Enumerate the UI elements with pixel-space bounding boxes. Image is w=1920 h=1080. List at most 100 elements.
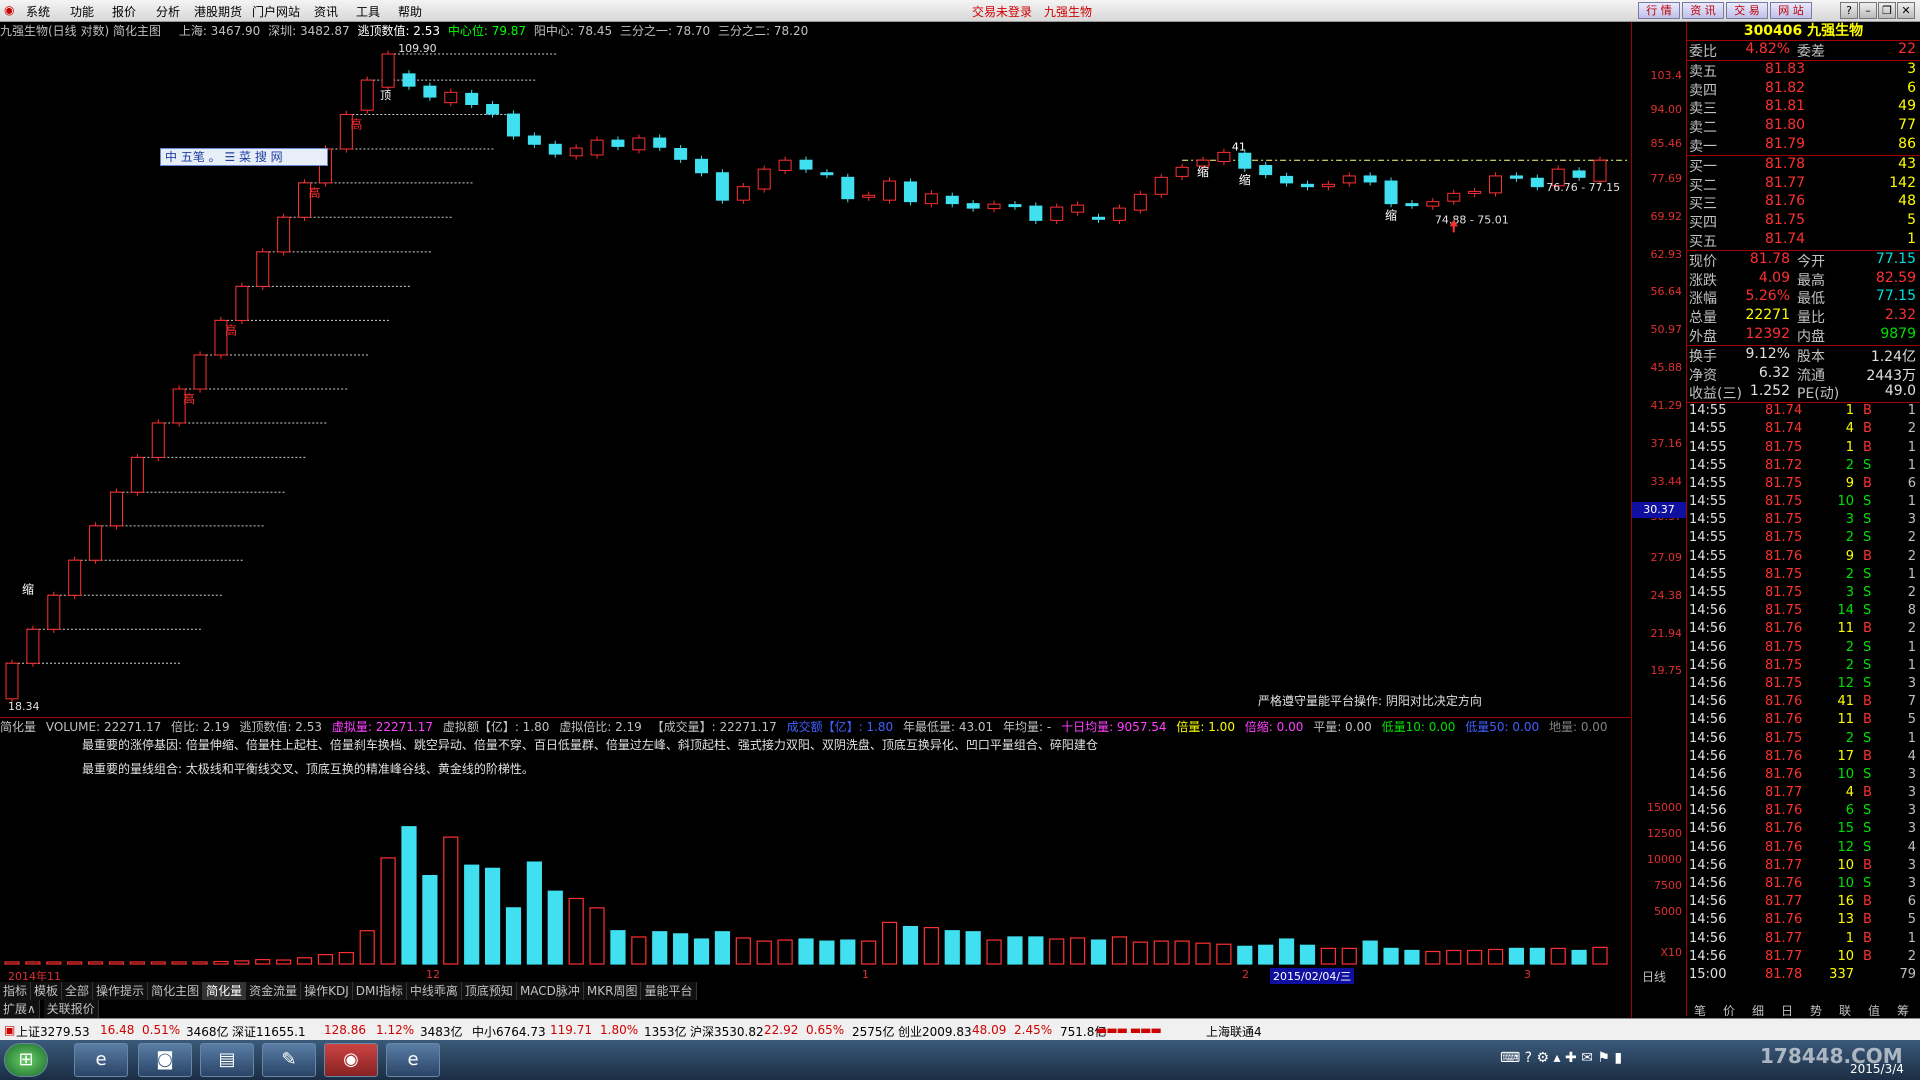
menu-tools[interactable]: 工具 xyxy=(356,3,380,20)
market-button[interactable]: 行 情 xyxy=(1638,2,1680,19)
panel-tab[interactable]: 联 xyxy=(1839,1002,1851,1019)
expand-tab[interactable]: 扩展∧ xyxy=(0,1000,40,1018)
tick-side: B xyxy=(1863,857,1872,873)
tick-row[interactable]: 15:00 81.78 337 79 xyxy=(1687,967,1920,985)
sz-index-status[interactable]: 深证11655.1 xyxy=(232,1023,306,1040)
indicator-tab[interactable]: 全部 xyxy=(62,982,94,1000)
indicator-tab[interactable]: MACD脉冲 xyxy=(516,982,584,1000)
indicator-tab[interactable]: 量能平台 xyxy=(641,982,697,1000)
tick-row[interactable]: 14:56 81.76 11 B 5 xyxy=(1687,712,1920,730)
minimize-icon[interactable]: – xyxy=(1859,2,1877,19)
menu-portal[interactable]: 门户网站 xyxy=(252,3,300,20)
browser2-icon[interactable]: e xyxy=(386,1043,440,1077)
related-quote-tab[interactable]: 关联报价 xyxy=(43,1000,99,1018)
tick-row[interactable]: 14:56 81.77 10 B 3 xyxy=(1687,858,1920,876)
ime-toolbar[interactable]: 中 五笔 。 ☰ 菜 搜 网 xyxy=(160,148,328,166)
menu-analysis[interactable]: 分析 xyxy=(156,3,180,20)
indicator-tab[interactable]: 简化主图 xyxy=(148,982,204,1000)
indicator-tab[interactable]: 指标 xyxy=(0,982,32,1000)
tick-row[interactable]: 14:56 81.76 6 S 3 xyxy=(1687,803,1920,821)
tick-row[interactable]: 14:56 81.76 10 S 3 xyxy=(1687,876,1920,894)
tick-row[interactable]: 14:56 81.76 10 S 3 xyxy=(1687,767,1920,785)
tick-row[interactable]: 14:56 81.76 41 B 7 xyxy=(1687,694,1920,712)
menu-hk-futures[interactable]: 港股期货 xyxy=(194,3,242,20)
tick-row[interactable]: 14:56 81.77 10 B 2 xyxy=(1687,949,1920,967)
tick-row[interactable]: 14:56 81.77 1 B 1 xyxy=(1687,931,1920,949)
volume-bar xyxy=(401,826,417,965)
panel-tab[interactable]: 势 xyxy=(1810,1002,1822,1019)
price-tick-label: 62.93 xyxy=(1650,247,1683,261)
indicator-tab[interactable]: 中线乖离 xyxy=(406,982,462,1000)
close-icon[interactable]: ✕ xyxy=(1897,2,1915,19)
tick-row[interactable]: 14:55 81.75 2 S 1 xyxy=(1687,567,1920,585)
menu-quote[interactable]: 报价 xyxy=(112,3,136,20)
indicator-tab[interactable]: 操作KDJ xyxy=(301,982,353,1000)
tick-row[interactable]: 14:56 81.77 16 B 6 xyxy=(1687,894,1920,912)
trading-app-icon[interactable]: ◉ xyxy=(324,1043,378,1077)
tick-row[interactable]: 14:55 81.74 4 B 2 xyxy=(1687,421,1920,439)
cy-index-status[interactable]: 创业2009.83 xyxy=(898,1023,972,1040)
news-button[interactable]: 资 讯 xyxy=(1682,2,1724,19)
camera-icon[interactable]: ◙ xyxy=(138,1043,192,1077)
tick-row[interactable]: 14:55 81.74 1 B 1 xyxy=(1687,403,1920,421)
start-button-icon[interactable]: ⊞ xyxy=(4,1043,48,1077)
panel-tab[interactable]: 价 xyxy=(1723,1002,1735,1019)
tick-row[interactable]: 14:56 81.76 13 B 5 xyxy=(1687,912,1920,930)
help-icon[interactable]: ? xyxy=(1840,2,1858,19)
panel-tab[interactable]: 细 xyxy=(1752,1002,1764,1019)
tick-row[interactable]: 14:56 81.75 14 S 8 xyxy=(1687,603,1920,621)
volume-bar xyxy=(150,961,166,965)
tick-row[interactable]: 14:55 81.75 10 S 1 xyxy=(1687,494,1920,512)
tick-row[interactable]: 14:55 81.75 1 B 1 xyxy=(1687,440,1920,458)
tick-row[interactable]: 14:55 81.76 9 B 2 xyxy=(1687,549,1920,567)
indicator-tab[interactable]: 简化量 xyxy=(203,982,247,1000)
tick-row[interactable]: 14:56 81.76 17 B 4 xyxy=(1687,749,1920,767)
menu-help[interactable]: 帮助 xyxy=(398,3,422,20)
tick-row[interactable]: 14:56 81.76 11 B 2 xyxy=(1687,621,1920,639)
tray-icons[interactable]: ⌨ ? ⚙ ▴ ✚ ✉ ⚑ ▮ xyxy=(1500,1050,1622,1066)
tick-row[interactable]: 14:56 81.75 12 S 3 xyxy=(1687,676,1920,694)
clock-date[interactable]: 2015/3/4 xyxy=(1850,1062,1904,1076)
volume-bar xyxy=(338,951,354,965)
tick-list[interactable]: 14:55 81.74 1 B 1 14:55 81.74 4 B 2 14:55 81.75 1 B 1 1… xyxy=(1687,403,1920,985)
indicator-tab[interactable]: 操作提示 xyxy=(93,982,149,1000)
indicator-tab[interactable]: MKR周图 xyxy=(583,982,642,1000)
indicator-tab[interactable]: 顶底预知 xyxy=(461,982,517,1000)
tick-row[interactable]: 14:55 81.75 2 S 2 xyxy=(1687,530,1920,548)
candlestick-chart[interactable]: 109.9018.34缩高高高高顶缩缩缩4174.88 - 75.0176.76… xyxy=(0,38,1630,718)
indicator-tab[interactable]: 资金流量 xyxy=(246,982,302,1000)
tick-row[interactable]: 14:55 81.75 3 S 2 xyxy=(1687,585,1920,603)
period-label[interactable]: 日线 xyxy=(1642,968,1666,985)
panel-tab[interactable]: 筹 xyxy=(1897,1002,1909,1019)
hs-index-status[interactable]: 沪深3530.82 xyxy=(690,1023,764,1040)
tick-row[interactable]: 14:56 81.76 15 S 3 xyxy=(1687,821,1920,839)
app-logo-icon[interactable]: ◉ xyxy=(4,3,14,17)
menu-function[interactable]: 功能 xyxy=(70,3,94,20)
deal-volume: 【成交量】: 22271.17 xyxy=(651,720,777,734)
tick-row[interactable]: 14:56 81.75 2 S 1 xyxy=(1687,658,1920,676)
zx-index-status[interactable]: 中小6764.73 xyxy=(472,1023,546,1040)
menu-news[interactable]: 资讯 xyxy=(314,3,338,20)
tick-row[interactable]: 14:55 81.72 2 S 1 xyxy=(1687,458,1920,476)
menu-system[interactable]: 系统 xyxy=(26,3,50,20)
trade-button[interactable]: 交 易 xyxy=(1726,2,1768,19)
tick-row[interactable]: 14:56 81.75 2 S 1 xyxy=(1687,640,1920,658)
tick-row[interactable]: 14:55 81.75 3 S 3 xyxy=(1687,512,1920,530)
folder-icon[interactable]: ▤ xyxy=(200,1043,254,1077)
indicator-tab[interactable]: 模板 xyxy=(31,982,63,1000)
tick-row[interactable]: 14:56 81.75 2 S 1 xyxy=(1687,731,1920,749)
indicator-tab[interactable]: DMI指标 xyxy=(352,982,407,1000)
panel-tab[interactable]: 值 xyxy=(1868,1002,1880,1019)
server-name[interactable]: 上海联通4 xyxy=(1206,1023,1262,1040)
panel-tab[interactable]: 笔 xyxy=(1694,1002,1706,1019)
panel-tab[interactable]: 日 xyxy=(1781,1002,1793,1019)
tick-row[interactable]: 14:56 81.76 12 S 4 xyxy=(1687,840,1920,858)
browser-icon[interactable]: e xyxy=(74,1043,128,1077)
sh-index-status[interactable]: 上证3279.53 xyxy=(16,1023,90,1040)
pen-icon[interactable]: ✎ xyxy=(262,1043,316,1077)
restore-icon[interactable]: ❐ xyxy=(1878,2,1896,19)
tick-row[interactable]: 14:56 81.77 4 B 3 xyxy=(1687,785,1920,803)
tick-row[interactable]: 14:55 81.75 9 B 6 xyxy=(1687,476,1920,494)
volume-bar-chart[interactable] xyxy=(0,760,1630,968)
website-button[interactable]: 网 站 xyxy=(1770,2,1812,19)
